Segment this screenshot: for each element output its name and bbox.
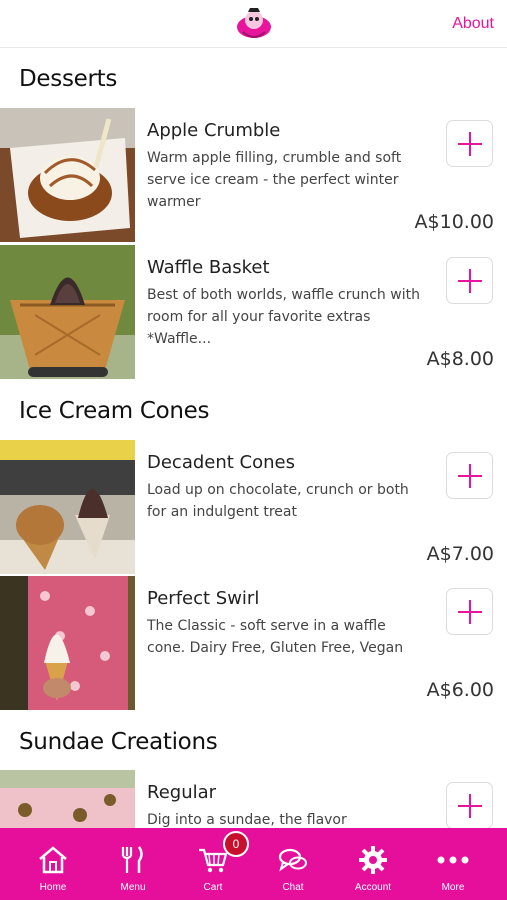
item-photo (0, 576, 135, 710)
cart-count-badge: 0 (223, 831, 249, 857)
item-price: A$6.00 (426, 679, 494, 701)
nav-account[interactable]: Account (333, 828, 413, 900)
nav-home-label: Home (39, 882, 67, 893)
menu-item[interactable]: Waffle Basket Best of both worlds, waffl… (0, 245, 507, 379)
chat-icon (278, 848, 307, 872)
item-description: Warm apple filling, crumble and soft ser… (147, 150, 402, 210)
nav-chat-label: Chat (282, 882, 304, 893)
nav-chat[interactable]: Chat (253, 828, 333, 900)
nav-account-label: Account (354, 882, 392, 893)
add-to-cart-button[interactable] (446, 782, 493, 828)
more-dots-icon (437, 856, 469, 864)
item-description: Dig into a sundae, the flavor combinatio… (147, 812, 347, 828)
home-icon (39, 846, 67, 874)
menu-content[interactable]: Desserts Apple Crumble Warm apple fillin… (0, 48, 507, 828)
item-name: Regular (147, 782, 217, 803)
nav-more[interactable]: More (413, 828, 493, 900)
menu-item[interactable]: Apple Crumble Warm apple filling, crumbl… (0, 108, 507, 242)
item-name: Perfect Swirl (147, 588, 260, 609)
item-description: Best of both worlds, waffle crunch with … (147, 287, 420, 347)
nav-more-label: More (441, 882, 465, 893)
nav-cart-label: Cart (203, 882, 223, 893)
top-bar: About (0, 0, 507, 48)
add-to-cart-button[interactable] (446, 588, 493, 635)
menu-item[interactable]: Regular Dig into a sundae, the flavor co… (0, 770, 507, 828)
item-price: A$10.00 (414, 211, 494, 233)
item-description: Load up on chocolate, crunch or both for… (147, 482, 409, 520)
section-title-ice-cream-cones: Ice Cream Cones (19, 398, 210, 424)
item-price: A$8.00 (426, 348, 494, 370)
item-description: The Classic - soft serve in a waffle con… (147, 618, 404, 656)
nav-menu-label: Menu (120, 882, 146, 893)
section-title-desserts: Desserts (19, 66, 118, 92)
nav-home[interactable]: Home (13, 828, 93, 900)
logo[interactable] (234, 6, 274, 44)
menu-item[interactable]: Perfect Swirl The Classic - soft serve i… (0, 576, 507, 710)
add-to-cart-button[interactable] (446, 120, 493, 167)
item-price: A$7.00 (426, 543, 494, 565)
about-link[interactable]: About (452, 15, 494, 33)
item-photo (0, 770, 135, 828)
ice-cream-mascot-logo-icon (237, 8, 271, 38)
add-to-cart-button[interactable] (446, 452, 493, 499)
bottom-nav: Home Menu Cart 0 Chat Account More (0, 828, 507, 900)
menu-item[interactable]: Decadent Cones Load up on chocolate, cru… (0, 440, 507, 574)
item-name: Waffle Basket (147, 257, 270, 278)
gear-icon (359, 846, 387, 874)
item-photo (0, 245, 135, 379)
item-photo (0, 440, 135, 574)
item-name: Decadent Cones (147, 452, 295, 473)
add-to-cart-button[interactable] (446, 257, 493, 304)
item-name: Apple Crumble (147, 120, 281, 141)
fork-knife-icon (121, 846, 143, 873)
item-photo (0, 108, 135, 242)
nav-menu[interactable]: Menu (93, 828, 173, 900)
section-title-sundae-creations: Sundae Creations (19, 729, 218, 755)
